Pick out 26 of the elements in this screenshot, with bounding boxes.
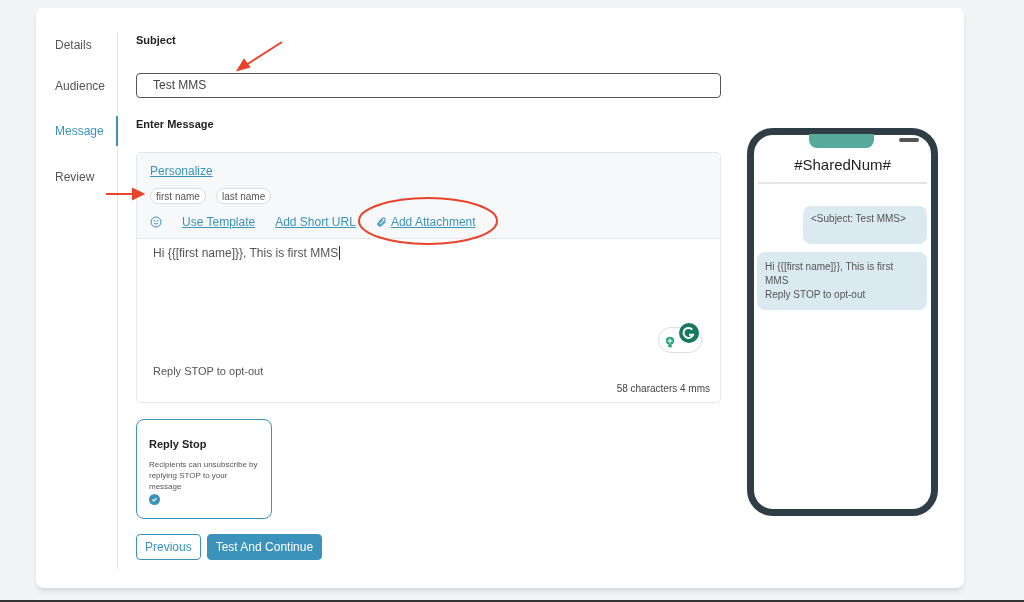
bubble-text: Hi {{[first name]}}, This is first MMS <box>765 259 895 288</box>
reply-stop-card[interactable]: Reply Stop Recipients can unsubscribe by replying STOP to your message <box>136 419 272 519</box>
opt-out-text: Reply STOP to opt-out <box>153 363 265 379</box>
step-tab[interactable]: Audience <box>36 75 117 96</box>
preview-title: #SharedNum# <box>758 154 927 184</box>
character-counter: 58 characters 4 mms <box>616 382 710 396</box>
phone-notch <box>809 134 874 148</box>
annotation-arrow <box>105 187 146 201</box>
step-tab[interactable]: Review <box>36 166 117 187</box>
personalize-tag[interactable]: last name <box>215 188 272 204</box>
subject-field[interactable]: Test MMS <box>136 72 721 98</box>
message-label: Enter Message <box>136 116 215 132</box>
previous-button[interactable]: Previous <box>136 534 201 560</box>
step-tab[interactable]: Message <box>36 116 118 146</box>
subject-label: Subject <box>136 33 177 48</box>
paperclip-icon <box>375 216 387 228</box>
bubble-text: Reply STOP to opt-out <box>765 287 867 302</box>
status-icon <box>899 138 919 142</box>
message-text[interactable]: Hi {{[first name]}}, This is first MMS <box>153 244 704 262</box>
bubble-text: <Subject: Test MMS> <box>811 211 907 226</box>
personalize-tag[interactable]: first name <box>150 188 206 204</box>
reply-stop-description: Recipients can unsubscribe by replying STOP to your message <box>149 458 259 492</box>
step-tab[interactable]: Details <box>36 34 117 55</box>
reply-stop-title: Reply Stop <box>149 437 208 452</box>
smiley-icon[interactable] <box>150 216 162 228</box>
annotation-arrow <box>235 41 283 72</box>
